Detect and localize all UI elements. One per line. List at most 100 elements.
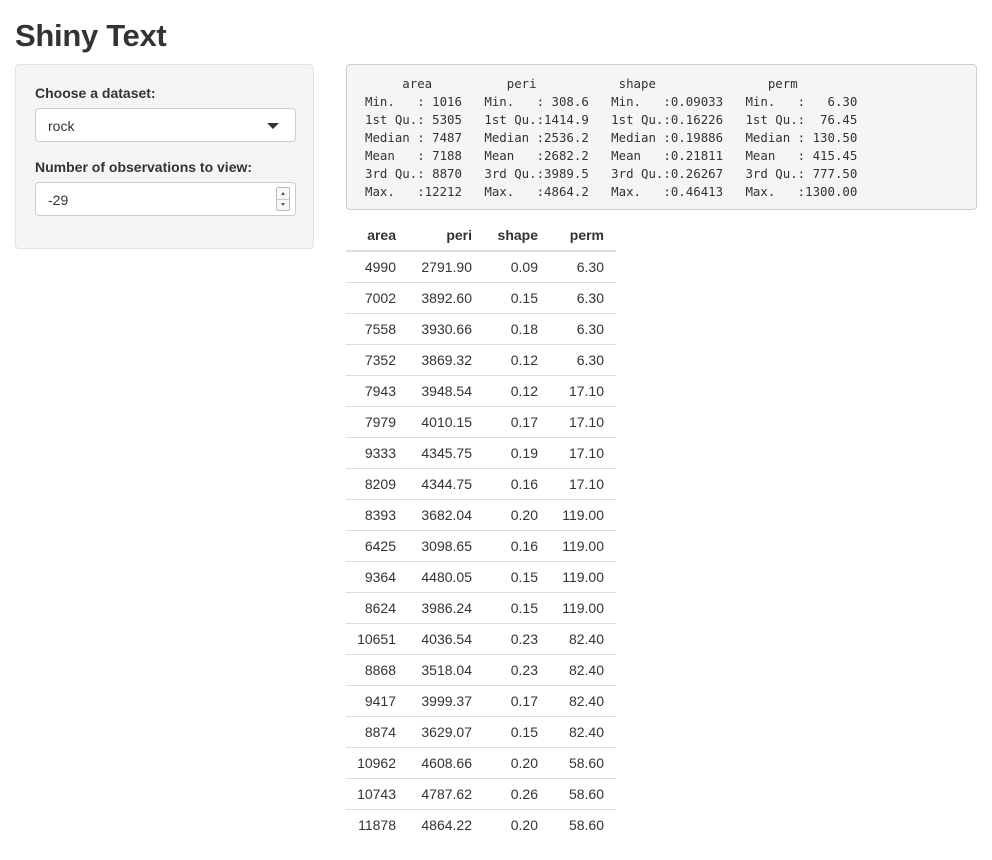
dataset-label: Choose a dataset: [35,85,156,101]
table-cell-peri: 4864.22 [408,808,484,840]
table-cell-peri: 4036.54 [408,622,484,654]
table-row: 8393 3682.04 0.20 119.00 [346,498,616,530]
table-cell-area: 10962 [346,746,408,778]
table-cell-shape: 0.16 [484,467,550,499]
table-cell-area: 8874 [346,715,408,747]
table-cell-perm: 119.00 [550,498,616,530]
summary-line: area peri shape perm [365,76,798,91]
table-cell-peri: 3518.04 [408,653,484,685]
column-header: peri [408,219,484,252]
table-cell-shape: 0.09 [510,258,538,275]
table-cell-area: 10651 [346,622,408,654]
table-cell-area: 9364 [346,560,408,592]
table-cell-shape: 0.19 [484,436,550,468]
table-body: 4990 2791.90 0.09 6.30 7002 3892.60 0.15 6.30 75… [346,251,616,840]
summary-line: 3rd Qu.: 8870 3rd Qu.:3989.5 3rd Qu.:0.2… [365,166,858,181]
dataset-select[interactable]: rock [35,108,296,142]
number-spinner [276,187,290,211]
table-cell-perm: 6.30 [550,343,616,375]
table-row: 11878 4864.22 0.20 58.60 [346,808,616,840]
table-row: 8624 3986.24 0.15 119.00 [346,591,616,623]
table-cell-perm: 17.10 [550,436,616,468]
table-cell-area: 9333 [346,436,408,468]
column-header: shape [484,219,550,252]
table-cell-peri: 3098.65 [408,529,484,561]
table-row: 8874 3629.07 0.15 82.40 [346,715,616,747]
table-cell-perm: 82.40 [550,653,616,685]
table-cell-perm: 17.10 [550,467,616,499]
table-cell-shape: 0.18 [484,312,550,344]
table-cell-peri: 4345.75 [408,436,484,468]
table-cell-peri: 4344.75 [408,467,484,499]
table-row: 7558 3930.66 0.18 6.30 [346,312,616,344]
table-cell-perm: 58.60 [550,777,616,809]
summary-line: Median : 7487 Median :2536.2 Median :0.1… [365,130,858,145]
obs-input-value: -29 [48,192,69,208]
table-cell-shape: 0.23 [484,622,550,654]
table-cell-area: 7352 [346,343,408,375]
data-table: area peri shape perm 4990 2791.90 0.09 6.30… [346,219,616,840]
table-cell-perm: 6.30 [576,258,604,275]
table-row: 7979 4010.15 0.17 17.10 [346,405,616,437]
table-row: 9417 3999.37 0.17 82.40 [346,684,616,716]
obs-label: Number of observations to view: [35,159,253,175]
table-row: 7002 3892.60 0.15 6.30 [346,281,616,313]
table-row: 10651 4036.54 0.23 82.40 [346,622,616,654]
table-cell-area: 7558 [346,312,408,344]
table-cell-shape: 0.15 [484,281,550,313]
table-row: 8209 4344.75 0.16 17.10 [346,467,616,499]
table-cell-shape: 0.15 [484,715,550,747]
chevron-down-icon [267,123,279,129]
table-cell-area: 8209 [346,467,408,499]
table-cell-area: 7002 [346,281,408,313]
table-cell-area: 9417 [346,684,408,716]
table-row: 9364 4480.05 0.15 119.00 [346,560,616,592]
table-header-row: area peri shape perm [346,219,616,252]
table-cell-perm: 82.40 [550,684,616,716]
table-cell-area: 4990 [364,258,396,275]
table-cell-peri: 3869.32 [408,343,484,375]
table-cell-peri: 4787.62 [408,777,484,809]
table-cell-shape: 0.15 [484,591,550,623]
column-header: area [346,219,408,252]
table-cell-area: 8868 [346,653,408,685]
table-cell-perm: 6.30 [550,312,616,344]
table-row: 7352 3869.32 0.12 6.30 [346,343,616,375]
decrement-arrow-icon[interactable] [277,199,289,210]
table-cell-perm: 58.60 [550,746,616,778]
table-cell-area: 10743 [346,777,408,809]
table-cell-peri: 4010.15 [408,405,484,437]
summary-line: Mean : 7188 Mean :2682.2 Mean :0.21811 M… [365,148,858,163]
summary-line: Min. : 1016 Min. : 308.6 Min. :0.09033 M… [365,94,858,109]
page-title: Shiny Text [15,18,167,53]
table-cell-area: 7943 [346,374,408,406]
table-cell-peri: 3629.07 [408,715,484,747]
table-cell-area: 7979 [346,405,408,437]
obs-number-input[interactable]: -29 [35,182,296,216]
table-cell-peri: 3682.04 [408,498,484,530]
table-cell-perm: 82.40 [550,715,616,747]
table-cell-peri: 4480.05 [408,560,484,592]
table-cell-shape: 0.20 [484,498,550,530]
sidebar-panel: Choose a dataset: rock Number of observa… [15,64,314,249]
table-cell-shape: 0.16 [484,529,550,561]
table-cell-perm: 17.10 [550,374,616,406]
table-cell-area: 8393 [346,498,408,530]
summary-line: 1st Qu.: 5305 1st Qu.:1414.9 1st Qu.:0.1… [365,112,858,127]
summary-output: area peri shape perm Min. : 1016 Min. : … [346,64,977,210]
table-cell-peri: 2791.90 [421,258,472,275]
table-cell-perm: 6.30 [550,281,616,313]
table-cell-shape: 0.23 [484,653,550,685]
table-cell-perm: 119.00 [550,560,616,592]
table-row: 7943 3948.54 0.12 17.10 [346,374,616,406]
table-row: 4990 2791.90 0.09 6.30 [346,251,616,282]
table-cell-shape: 0.20 [484,808,550,840]
table-cell-perm: 119.00 [550,529,616,561]
dataset-select-value: rock [48,118,75,134]
table-cell-perm: 119.00 [550,591,616,623]
table-row: 10962 4608.66 0.20 58.60 [346,746,616,778]
table-cell-perm: 82.40 [550,622,616,654]
column-header: perm [550,219,616,252]
table-cell-peri: 3999.37 [408,684,484,716]
table-row: 9333 4345.75 0.19 17.10 [346,436,616,468]
